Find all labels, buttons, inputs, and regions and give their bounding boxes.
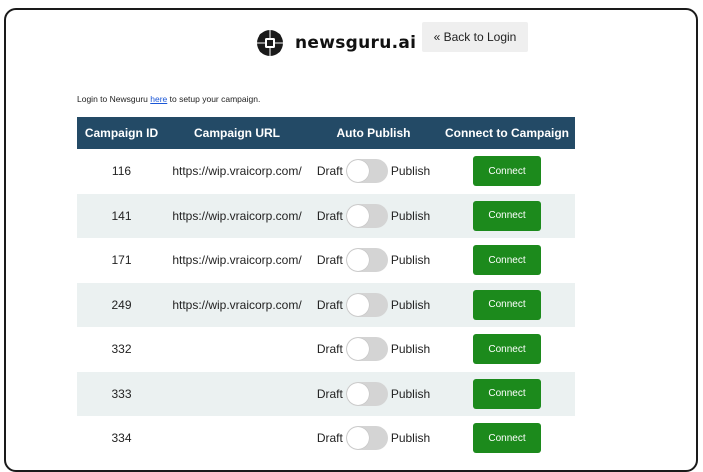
connect-cell: Connect <box>439 238 575 283</box>
publish-label: Publish <box>390 431 431 446</box>
connect-cell: Connect <box>439 283 575 328</box>
intro-text-before: Login to Newsguru <box>77 94 151 104</box>
auto-publish-toggle[interactable] <box>345 292 388 317</box>
brand-name: newsguru.ai <box>295 33 417 53</box>
campaign-id-cell: 334 <box>111 431 132 446</box>
brain-chip-icon <box>257 30 283 56</box>
connect-cell: Connect <box>439 327 575 372</box>
toggle-knob <box>346 249 369 272</box>
draft-label: Draft <box>316 297 343 312</box>
table-row: 116 https://wip.vraicorp.com/Draft Publish… <box>77 149 575 194</box>
column-header-campaign-id: Campaign ID <box>84 126 159 140</box>
publish-label: Publish <box>390 342 431 357</box>
auto-publish-toggle[interactable] <box>345 426 388 451</box>
draft-label: Draft <box>316 342 343 357</box>
publish-label: Publish <box>390 386 431 401</box>
campaign-id-cell: 116 <box>111 164 132 179</box>
connect-cell: Connect <box>439 194 575 239</box>
intro-text: Login to Newsguru here to setup your cam… <box>77 94 260 104</box>
publish-label: Publish <box>390 164 431 179</box>
here-link[interactable]: here <box>150 94 167 104</box>
toggle-knob <box>346 382 369 405</box>
campaign-table: Campaign ID Campaign URL Auto Publish Co… <box>77 117 575 461</box>
table-row: 333 Draft Publish Connect <box>77 371 575 417</box>
campaign-url-cell: https://wip.vraicorp.com/ <box>172 208 302 223</box>
auto-publish-cell: Draft Publish <box>308 194 439 239</box>
auto-publish-cell: Draft Publish <box>308 416 439 461</box>
draft-label: Draft <box>316 208 343 223</box>
auto-publish-toggle[interactable] <box>345 381 388 406</box>
campaign-url-cell: https://wip.vraicorp.com/ <box>172 253 302 268</box>
toggle-knob <box>346 160 369 183</box>
publish-label: Publish <box>390 297 431 312</box>
campaign-id-cell: 171 <box>111 253 132 268</box>
auto-publish-toggle[interactable] <box>345 337 388 362</box>
campaign-id-cell: 333 <box>111 386 132 401</box>
auto-publish-cell: Draft Publish <box>308 372 439 417</box>
toggle-knob <box>346 338 369 361</box>
table-row: 332 Draft Publish Connect <box>77 327 575 372</box>
campaign-url-cell <box>166 327 308 372</box>
auto-publish-toggle[interactable] <box>345 248 388 273</box>
connect-cell: Connect <box>439 416 575 461</box>
draft-label: Draft <box>316 253 343 268</box>
publish-label: Publish <box>390 208 431 223</box>
auto-publish-toggle[interactable] <box>345 159 388 184</box>
connect-button[interactable]: Connect <box>473 156 541 187</box>
app-window: newsguru.ai « Back to Login Login to New… <box>4 8 698 472</box>
brand-logo: newsguru.ai <box>255 28 416 58</box>
campaign-url-cell <box>166 372 308 417</box>
draft-label: Draft <box>316 431 343 446</box>
auto-publish-toggle[interactable] <box>345 203 388 228</box>
table-row: 141 https://wip.vraicorp.com/Draft Publish… <box>77 193 575 239</box>
campaign-id-cell: 249 <box>111 297 132 312</box>
toggle-knob <box>346 427 369 450</box>
auto-publish-cell: Draft Publish <box>308 149 439 194</box>
connect-button[interactable]: Connect <box>473 289 541 320</box>
auto-publish-cell: Draft Publish <box>308 238 439 283</box>
connect-cell: Connect <box>439 149 575 194</box>
back-to-login-button[interactable]: « Back to Login <box>422 22 528 52</box>
intro-text-after: to setup your campaign. <box>167 94 261 104</box>
connect-button[interactable]: Connect <box>473 200 541 231</box>
connect-button[interactable]: Connect <box>473 423 541 454</box>
table-row: 334 Draft Publish Connect <box>77 416 575 461</box>
connect-button[interactable]: Connect <box>473 245 541 276</box>
table-row: 249 https://wip.vraicorp.com/Draft Publish… <box>77 282 575 328</box>
table-row: 171 https://wip.vraicorp.com/Draft Publish… <box>77 238 575 283</box>
table-header-row: Campaign ID Campaign URL Auto Publish Co… <box>77 117 575 149</box>
auto-publish-cell: Draft Publish <box>308 283 439 328</box>
connect-button[interactable]: Connect <box>473 334 541 365</box>
campaign-id-cell: 141 <box>111 208 132 223</box>
draft-label: Draft <box>316 386 343 401</box>
connect-cell: Connect <box>439 372 575 417</box>
column-header-campaign-url: Campaign URL <box>193 126 280 140</box>
campaign-url-cell: https://wip.vraicorp.com/ <box>172 164 302 179</box>
campaign-url-cell <box>166 416 308 461</box>
toggle-knob <box>346 204 369 227</box>
draft-label: Draft <box>316 164 343 179</box>
publish-label: Publish <box>390 253 431 268</box>
toggle-knob <box>346 293 369 316</box>
campaign-url-cell: https://wip.vraicorp.com/ <box>172 297 302 312</box>
connect-button[interactable]: Connect <box>473 378 541 409</box>
campaign-id-cell: 332 <box>111 342 132 357</box>
column-header-connect: Connect to Campaign <box>444 126 569 140</box>
auto-publish-cell: Draft Publish <box>308 327 439 372</box>
column-header-auto-publish: Auto Publish <box>336 126 411 140</box>
